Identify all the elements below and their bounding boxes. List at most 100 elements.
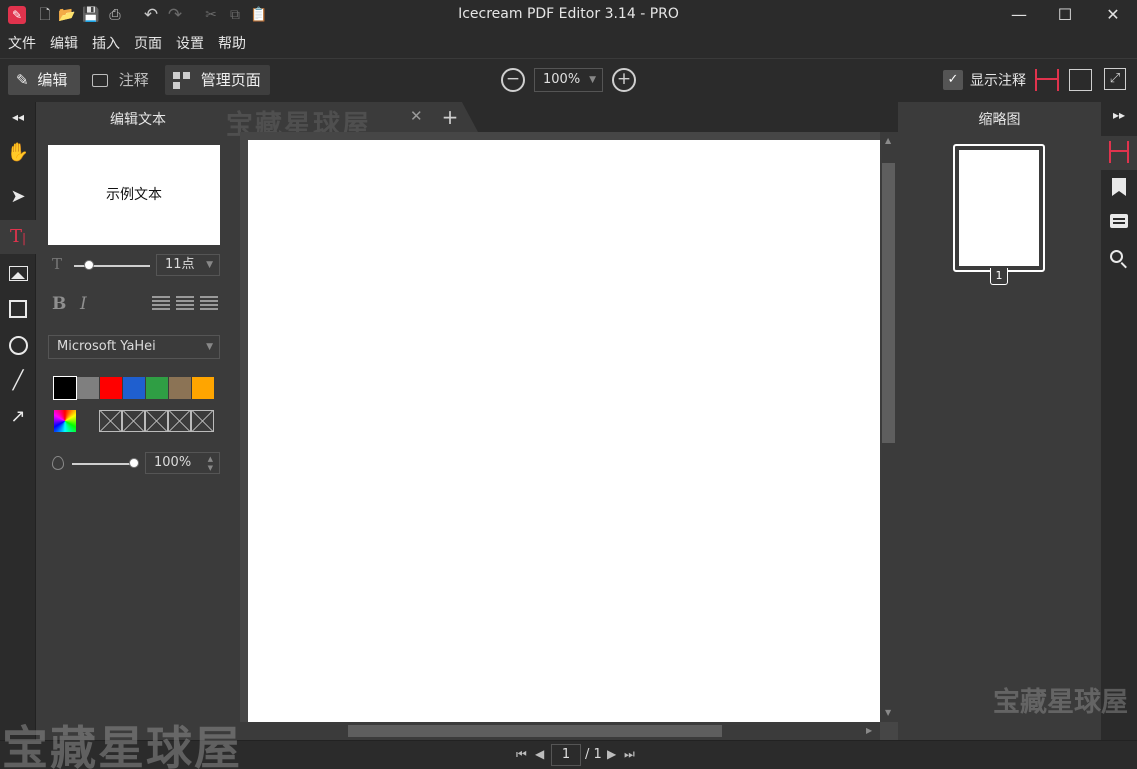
first-page-icon[interactable]: ⏮	[516, 747, 527, 762]
arrow-icon[interactable]: ↗	[0, 400, 36, 434]
color-swatch[interactable]	[146, 377, 168, 399]
chevron-down-icon: ▼	[589, 75, 596, 85]
show-annotations-checkbox[interactable]: ✓	[943, 70, 963, 90]
color-swatch[interactable]	[77, 377, 99, 399]
opacity-slider[interactable]	[72, 463, 134, 465]
zoom-select[interactable]: 100% ▼	[534, 68, 603, 92]
thumbnail-page	[959, 150, 1039, 266]
empty-color-slot[interactable]	[168, 410, 191, 432]
menu-bar: 文件 编辑 插入 页面 设置 帮助	[0, 30, 1137, 56]
previous-page-icon[interactable]: ◀	[535, 747, 544, 761]
font-family-value: Microsoft YaHei	[57, 339, 156, 354]
annotate-mode-button[interactable]: 注释	[84, 65, 160, 95]
edit-mode-label: 编辑	[37, 71, 68, 89]
single-page-view-icon[interactable]	[1035, 69, 1059, 91]
comment-bubble-icon	[92, 74, 108, 87]
empty-color-slot[interactable]	[122, 410, 145, 432]
page-number-input[interactable]: 1	[551, 744, 581, 766]
empty-color-slot[interactable]	[99, 410, 122, 432]
grid-view-icon[interactable]	[1069, 69, 1092, 91]
align-left-icon[interactable]	[152, 296, 170, 312]
custom-color-icon[interactable]	[54, 410, 76, 432]
collapse-panel-button[interactable]: ◂◂	[0, 102, 36, 132]
horizontal-scroll-thumb[interactable]	[348, 725, 722, 737]
comments-icon[interactable]	[1110, 214, 1128, 228]
pdf-page[interactable]	[248, 140, 880, 722]
vertical-scroll-thumb[interactable]	[882, 163, 895, 443]
hand-icon[interactable]: ✋	[0, 136, 36, 170]
zoom-in-button[interactable]: +	[612, 68, 636, 92]
font-family-select[interactable]: Microsoft YaHei ▼	[48, 335, 220, 359]
status-bar: ⏮ ◀ 1 / 1 ▶ ⏭	[0, 740, 1137, 769]
edit-mode-button[interactable]: ✎ 编辑	[8, 65, 80, 95]
zoom-value: 100%	[543, 72, 581, 87]
last-page-icon[interactable]: ⏭	[624, 747, 635, 762]
ellipse-icon[interactable]	[0, 328, 36, 362]
rectangle-icon[interactable]	[0, 292, 36, 326]
bold-button[interactable]: B	[52, 294, 66, 314]
menu-file[interactable]: 文件	[8, 33, 36, 53]
scroll-up-icon[interactable]: ▲	[885, 136, 891, 145]
panel-title: 编辑文本	[110, 112, 166, 128]
scroll-right-icon[interactable]: ▶	[866, 726, 872, 735]
font-size-slider-thumb[interactable]	[84, 260, 95, 270]
next-page-icon[interactable]: ▶	[607, 747, 616, 761]
bookmark-icon[interactable]	[1112, 178, 1126, 196]
thumbnail-page-number: 1	[990, 268, 1008, 285]
close-tab-icon[interactable]: ✕	[410, 107, 423, 125]
menu-page[interactable]: 页面	[134, 33, 162, 53]
color-swatch[interactable]	[123, 377, 145, 399]
manage-pages-button[interactable]: 管理页面	[165, 65, 270, 95]
thumbnails-panel: 缩略图 1	[898, 102, 1101, 740]
thumbnails-tab[interactable]	[1101, 136, 1137, 170]
menu-insert[interactable]: 插入	[92, 33, 120, 53]
color-swatch[interactable]	[100, 377, 122, 399]
search-icon-handle	[1120, 262, 1127, 269]
opacity-input[interactable]: 100% ▲ ▼	[145, 452, 220, 474]
italic-button[interactable]: I	[80, 294, 87, 314]
zoom-out-button[interactable]: −	[501, 68, 525, 92]
scroll-down-icon[interactable]: ▼	[885, 708, 891, 717]
opacity-drop-icon	[52, 456, 64, 470]
line-icon[interactable]: ╱	[0, 364, 36, 398]
opacity-slider-thumb[interactable]	[129, 458, 139, 468]
empty-color-slot[interactable]	[145, 410, 168, 432]
annotate-mode-label: 注释	[118, 71, 149, 89]
text-tool-icon[interactable]: T|	[0, 220, 36, 254]
close-button[interactable]: ✕	[1090, 0, 1136, 30]
minimize-button[interactable]: —	[996, 0, 1042, 30]
image-icon[interactable]	[0, 256, 36, 290]
page-thumbnail[interactable]	[953, 144, 1045, 272]
color-swatch[interactable]	[192, 377, 214, 399]
align-right-icon[interactable]	[200, 296, 218, 312]
align-center-icon[interactable]	[176, 296, 194, 312]
tool-strip: ◂◂ ✋ ➤ T| ╱ ↗	[0, 102, 36, 740]
menu-help[interactable]: 帮助	[218, 33, 246, 53]
document-tab[interactable]: 宝藏星球屋 ✕	[226, 102, 432, 141]
sample-text-preview: 示例文本	[48, 145, 220, 245]
manage-pages-label: 管理页面	[200, 71, 261, 89]
menu-settings[interactable]: 设置	[176, 33, 204, 53]
side-tab-strip: ▸▸	[1101, 102, 1137, 740]
pencil-icon: ✎	[16, 71, 29, 89]
color-swatch[interactable]	[53, 376, 77, 400]
color-swatch[interactable]	[169, 377, 191, 399]
font-size-icon: T	[52, 255, 63, 273]
menu-edit[interactable]: 编辑	[50, 33, 78, 53]
font-size-select[interactable]: 11点 ▼	[156, 254, 220, 276]
select-arrow-icon[interactable]: ➤	[0, 180, 36, 214]
add-tab-button[interactable]: +	[432, 102, 478, 132]
fullscreen-icon[interactable]: ⤢	[1104, 68, 1126, 90]
show-annotations-label: 显示注释	[970, 73, 1026, 89]
pages-icon	[1109, 141, 1129, 163]
pages-grid-icon	[173, 72, 190, 89]
document-tabs: 宝藏星球屋 ✕ +	[226, 102, 898, 141]
stepper-icon[interactable]: ▲ ▼	[208, 455, 213, 473]
font-size-value: 11点	[165, 257, 195, 272]
title-bar: ✎ 🗋 📂 💾 ⎙ ↶ ↷ ✂ ⧉ 📋 Icecream PDF Editor …	[0, 0, 1137, 30]
expand-panel-button[interactable]: ▸▸	[1101, 108, 1137, 122]
maximize-button[interactable]: ☐	[1042, 0, 1088, 30]
app-window: ✎ 🗋 📂 💾 ⎙ ↶ ↷ ✂ ⧉ 📋 Icecream PDF Editor …	[0, 0, 1137, 769]
opacity-value: 100%	[154, 455, 192, 470]
empty-color-slot[interactable]	[191, 410, 214, 432]
